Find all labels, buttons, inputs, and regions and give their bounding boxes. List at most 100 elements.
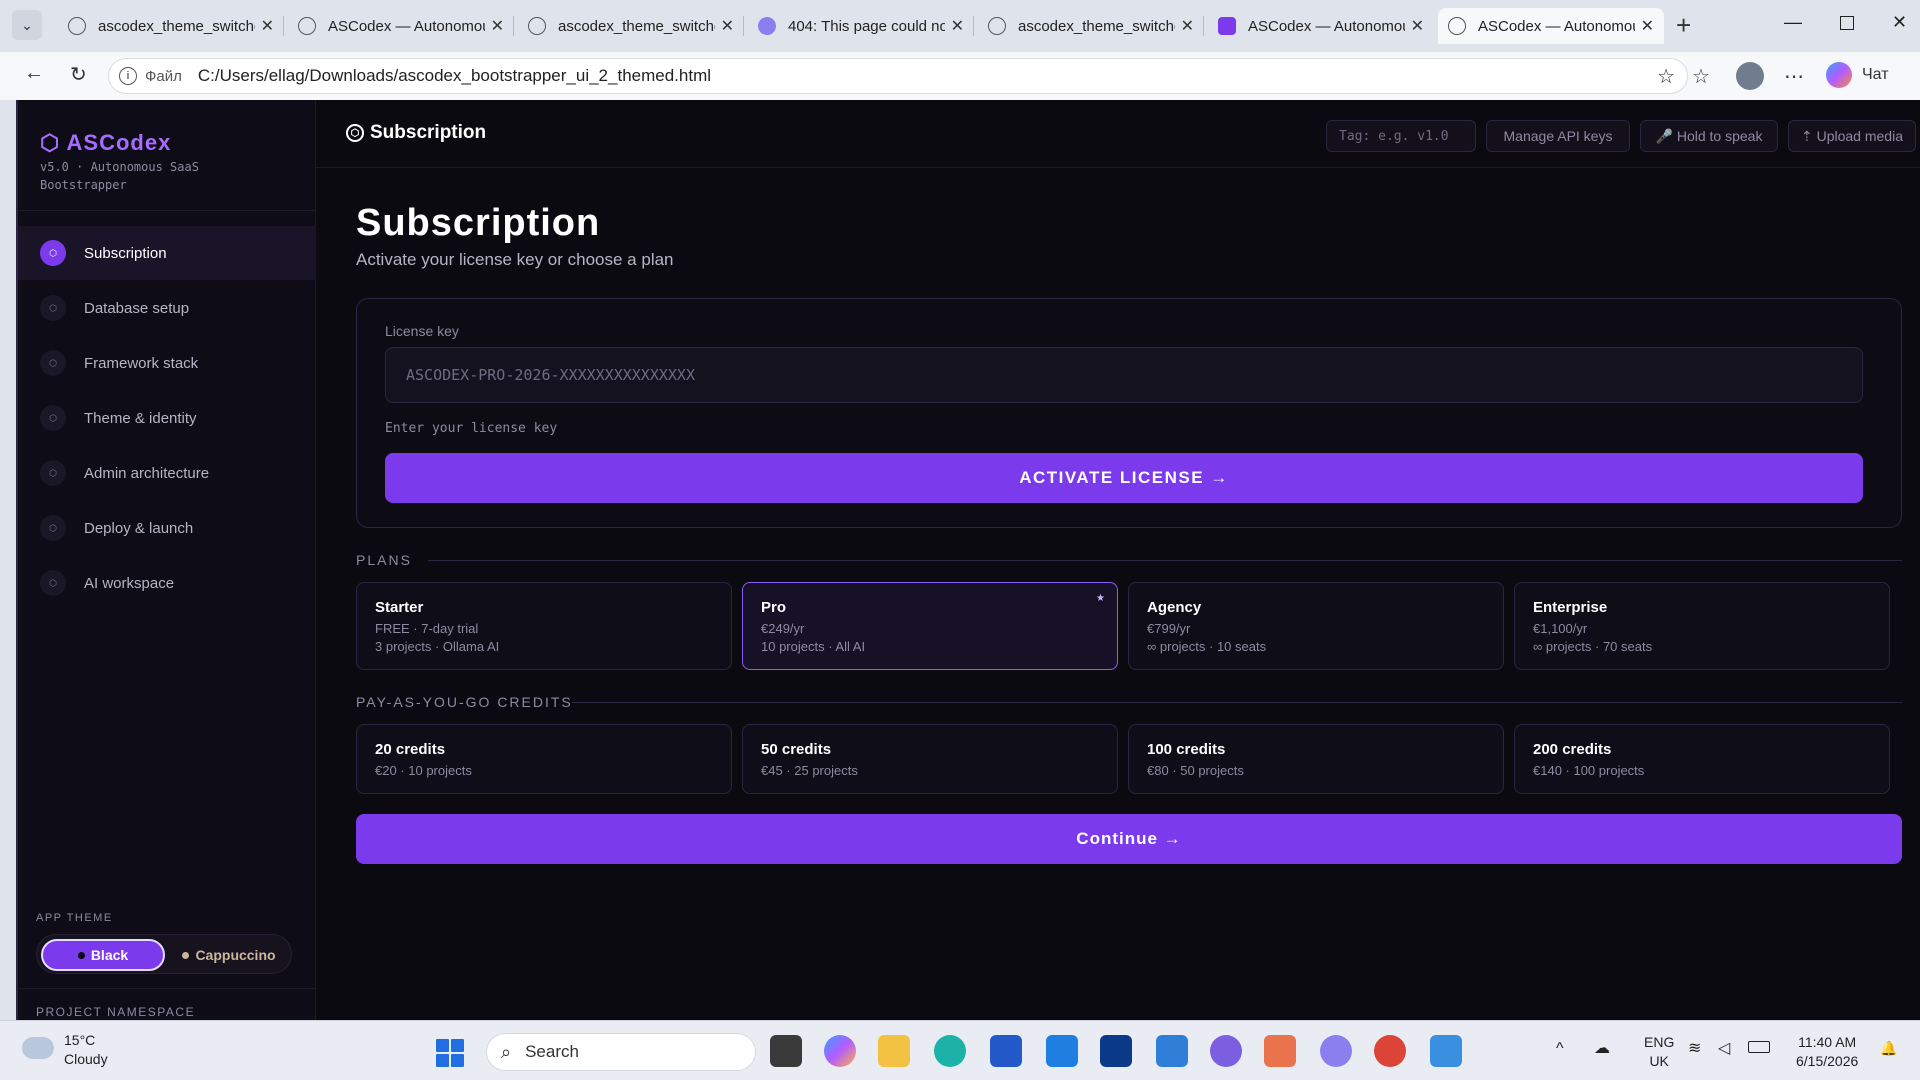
sidebar-item-ai-workspace[interactable]: ⬡ AI workspace bbox=[18, 556, 316, 610]
browser-tab-active[interactable]: ASCodex — Autonomou ✕ bbox=[1438, 8, 1664, 44]
close-icon[interactable]: ✕ bbox=[1641, 16, 1654, 36]
more-icon[interactable]: ⋯ bbox=[1784, 64, 1804, 89]
browser-tab-bar: ⌄ ascodex_theme_switche ✕ ASCodex — Auton… bbox=[0, 0, 1920, 52]
paint-icon[interactable] bbox=[1430, 1035, 1462, 1067]
sidebar-item-subscription[interactable]: ⬡ Subscription bbox=[18, 226, 316, 280]
address-bar-row: ← ↻ i Файл C:/Users/ellag/Downloads/asco… bbox=[0, 52, 1920, 100]
credit-card-100[interactable]: 100 credits €80 · 50 projects bbox=[1128, 724, 1504, 794]
copilot-icon[interactable] bbox=[1826, 62, 1852, 88]
star-icon: ★ bbox=[1096, 593, 1105, 604]
weather-widget[interactable]: 15°C Cloudy bbox=[64, 1031, 108, 1069]
sidebar-item-framework-stack[interactable]: ⬡ Framework stack bbox=[18, 336, 316, 390]
globe-icon bbox=[298, 17, 316, 35]
outlook-icon[interactable] bbox=[1046, 1035, 1078, 1067]
manage-api-keys-button[interactable]: Manage API keys bbox=[1486, 120, 1630, 152]
sidebar-item-deploy-launch[interactable]: ⬡ Deploy & launch bbox=[18, 501, 316, 555]
favorite-star-icon[interactable]: ☆ bbox=[1657, 64, 1675, 89]
chevron-up-icon[interactable]: ^ bbox=[1556, 1039, 1564, 1058]
clock[interactable]: 11:40 AM 6/15/2026 bbox=[1796, 1033, 1858, 1071]
namespace-label: PROJECT NAMESPACE bbox=[36, 1005, 196, 1019]
browser-tab[interactable]: ASCodex — Autonomou ✕ bbox=[1208, 8, 1434, 44]
reload-icon[interactable]: ↻ bbox=[70, 62, 87, 87]
step-dot-icon: ⬡ bbox=[40, 295, 66, 321]
plan-card-starter[interactable]: Starter FREE · 7-day trial 3 projects · … bbox=[356, 582, 732, 670]
chat-label[interactable]: Чат bbox=[1862, 66, 1889, 84]
step-dot-icon: ⬡ bbox=[40, 570, 66, 596]
browser-tab[interactable]: ascodex_theme_switche ✕ bbox=[978, 8, 1204, 44]
credit-card-200[interactable]: 200 credits €140 · 100 projects bbox=[1514, 724, 1890, 794]
sidebar-item-theme-identity[interactable]: ⬡ Theme & identity bbox=[18, 391, 316, 445]
plan-card-pro[interactable]: ★ Pro €249/yr 10 projects · All AI bbox=[742, 582, 1118, 670]
sidebar-item-admin-architecture[interactable]: ⬡ Admin architecture bbox=[18, 446, 316, 500]
sidebar-item-database-setup[interactable]: ⬡ Database setup bbox=[18, 281, 316, 335]
page-title: Subscription bbox=[356, 202, 601, 244]
chrome-icon[interactable] bbox=[1374, 1035, 1406, 1067]
language-indicator[interactable]: ENG UK bbox=[1644, 1033, 1674, 1071]
plan-card-agency[interactable]: Agency €799/yr ∞ projects · 10 seats bbox=[1128, 582, 1504, 670]
close-icon[interactable]: ✕ bbox=[491, 16, 504, 36]
plan-card-enterprise[interactable]: Enterprise €1,100/yr ∞ projects · 70 sea… bbox=[1514, 582, 1890, 670]
address-bar[interactable]: i Файл C:/Users/ellag/Downloads/ascodex_… bbox=[108, 58, 1688, 94]
globe-icon bbox=[1448, 17, 1466, 35]
taskbar: 15°C Cloudy ⌕ Search ^ ☁ ENG UK ≋ ◁ 11:40 A… bbox=[0, 1020, 1920, 1080]
info-icon[interactable]: i bbox=[119, 67, 137, 85]
cloud-icon[interactable] bbox=[22, 1037, 54, 1059]
wifi-icon[interactable]: ≋ bbox=[1688, 1039, 1701, 1058]
new-tab-icon[interactable]: + bbox=[1676, 10, 1691, 40]
license-key-input[interactable]: ASCODEX-PRO-2026-XXXXXXXXXXXXXXX bbox=[385, 347, 1863, 403]
credit-card-20[interactable]: 20 credits €20 · 10 projects bbox=[356, 724, 732, 794]
file-explorer-icon[interactable] bbox=[878, 1035, 910, 1067]
hold-to-speak-button[interactable]: 🎤 Hold to speak bbox=[1640, 120, 1778, 152]
tag-input[interactable]: Tag: e.g. v1.0 bbox=[1326, 120, 1476, 152]
edge-icon[interactable] bbox=[934, 1035, 966, 1067]
store-icon[interactable] bbox=[990, 1035, 1022, 1067]
theme-cappuccino-button[interactable]: Cappuccino bbox=[173, 939, 285, 971]
close-icon[interactable]: ✕ bbox=[1411, 16, 1424, 36]
battery-icon[interactable] bbox=[1748, 1041, 1770, 1053]
app-icon bbox=[758, 17, 776, 35]
step-dot-icon: ⬡ bbox=[40, 460, 66, 486]
favorites-icon[interactable]: ☆ bbox=[1692, 64, 1710, 89]
start-button[interactable] bbox=[436, 1039, 464, 1067]
back-icon[interactable]: ← bbox=[24, 62, 44, 85]
taskbar-search[interactable]: ⌕ Search bbox=[486, 1033, 756, 1071]
copilot-icon[interactable] bbox=[824, 1035, 856, 1067]
task-view-icon[interactable] bbox=[770, 1035, 802, 1067]
minimize-icon[interactable]: — bbox=[1784, 12, 1802, 33]
dot-icon bbox=[182, 951, 190, 959]
sidebar: ⬡ ASCodex v5.0 · Autonomous SaaS Bootstr… bbox=[18, 100, 316, 1020]
license-label: License key bbox=[385, 323, 459, 339]
browser-tab[interactable]: ascodex_theme_switche ✕ bbox=[58, 8, 284, 44]
close-icon[interactable]: ✕ bbox=[261, 16, 274, 36]
app-icon[interactable] bbox=[1264, 1035, 1296, 1067]
theme-toggle: Black Cappuccino bbox=[36, 934, 292, 974]
close-window-icon[interactable]: ✕ bbox=[1892, 12, 1907, 33]
close-icon[interactable]: ✕ bbox=[721, 16, 734, 36]
notification-bell-icon[interactable]: 🔔 bbox=[1880, 1039, 1897, 1058]
profile-avatar[interactable] bbox=[1736, 62, 1764, 90]
continue-button[interactable]: Continue → bbox=[356, 814, 1902, 864]
tab-actions-menu-icon[interactable]: ⌄ bbox=[12, 10, 42, 40]
activate-license-button[interactable]: ACTIVATE LICENSE → bbox=[385, 453, 1863, 503]
dot-icon bbox=[77, 951, 85, 959]
close-icon[interactable]: ✕ bbox=[1181, 16, 1194, 36]
maximize-icon[interactable] bbox=[1840, 16, 1854, 30]
theme-black-button[interactable]: Black bbox=[41, 939, 165, 971]
onedrive-icon[interactable]: ☁ bbox=[1594, 1039, 1610, 1058]
url-text[interactable]: C:/Users/ellag/Downloads/ascodex_bootstr… bbox=[198, 66, 711, 86]
credit-card-50[interactable]: 50 credits €45 · 25 projects bbox=[742, 724, 1118, 794]
close-icon[interactable]: ✕ bbox=[951, 16, 964, 36]
browser-tab[interactable]: 404: This page could no ✕ bbox=[748, 8, 974, 44]
browser-tab[interactable]: ASCodex — Autonomou ✕ bbox=[288, 8, 514, 44]
dell-icon[interactable] bbox=[1100, 1035, 1132, 1067]
app-icon[interactable] bbox=[1320, 1035, 1352, 1067]
upload-media-button[interactable]: ⇡ Upload media bbox=[1788, 120, 1916, 152]
browser-tab[interactable]: ascodex_theme_switche ✕ bbox=[518, 8, 744, 44]
notepad-icon[interactable] bbox=[1156, 1035, 1188, 1067]
file-label: Файл bbox=[145, 67, 182, 85]
license-hint: Enter your license key bbox=[385, 421, 558, 436]
volume-icon[interactable]: ◁ bbox=[1718, 1039, 1730, 1058]
theme-label: APP THEME bbox=[36, 912, 113, 924]
viber-icon[interactable] bbox=[1210, 1035, 1242, 1067]
brand-logo: ⬡ ASCodex bbox=[40, 130, 172, 155]
